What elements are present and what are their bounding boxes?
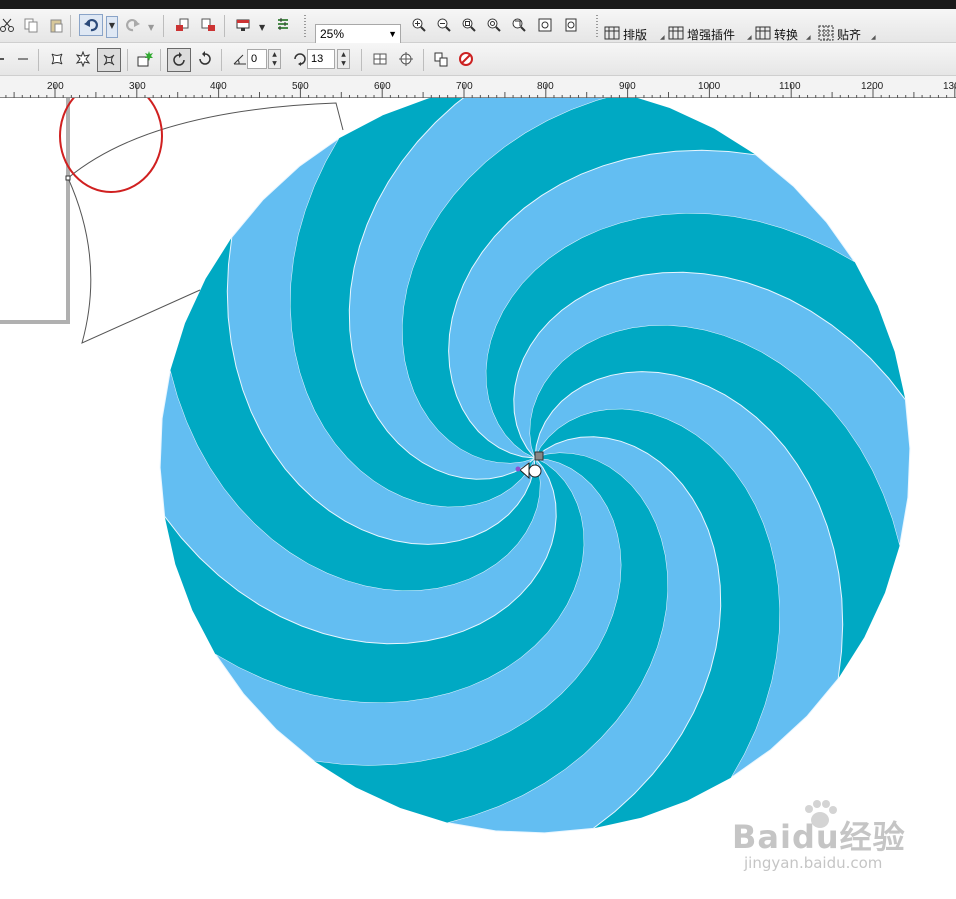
menu-bar: [0, 0, 956, 9]
separator: [221, 49, 222, 71]
ruler-label: 300: [129, 81, 146, 92]
launcher-dropdown-icon[interactable]: ▼: [259, 23, 265, 32]
zoom-level-value: 25%: [320, 27, 345, 41]
watermark-url: jingyan.baidu.com: [744, 854, 883, 872]
zoom-to-all-objects-icon[interactable]: [483, 14, 505, 36]
twist-steps-stepper[interactable]: ▲ ▼: [337, 49, 350, 69]
page-border: [0, 98, 70, 324]
enhance-plugins-button[interactable]: 增强插件: [668, 24, 735, 44]
property-bar: 0 ▲ ▼ 13 ▲ ▼: [0, 43, 956, 76]
snap-label: 贴齐: [837, 27, 862, 42]
clear-distortion-icon[interactable]: [455, 48, 477, 70]
ruler-label: 900: [619, 81, 636, 92]
angle-input[interactable]: 0: [247, 49, 267, 69]
cut-icon[interactable]: [0, 14, 18, 36]
copy-distortion-icon[interactable]: [395, 48, 417, 70]
chevron-down-icon[interactable]: ◢: [660, 34, 665, 41]
twist-steps-value: 13: [311, 53, 324, 65]
drawing-canvas[interactable]: Baidu经验 jingyan.baidu.com: [0, 98, 956, 899]
layout-button[interactable]: 排版: [604, 24, 647, 44]
twist-steps-input[interactable]: 13: [307, 49, 335, 69]
ruler-label: 600: [374, 81, 391, 92]
ruler-label: 800: [537, 81, 554, 92]
enhance-plugins-label: 增强插件: [687, 27, 736, 42]
ruler-label: 1100: [779, 81, 801, 92]
distortion-handle[interactable]: [528, 464, 542, 478]
watermark-paw-icon: [805, 800, 837, 828]
angle-stepper[interactable]: ▲ ▼: [268, 49, 281, 69]
ruler-label: 500: [292, 81, 309, 92]
copy-icon[interactable]: [20, 14, 42, 36]
redo-dropdown-icon[interactable]: ▼: [148, 23, 154, 32]
undo-dropdown-icon[interactable]: ▼: [106, 16, 118, 38]
rotation-handle[interactable]: [515, 466, 521, 472]
snap-grid-icon: [818, 25, 834, 44]
horizontal-ruler[interactable]: 200 300 400 500 600 700 800 900 1000 110…: [0, 76, 956, 98]
rotate-clockwise-icon[interactable]: [167, 48, 191, 72]
ruler-label: 200: [47, 81, 64, 92]
separator: [423, 49, 424, 71]
redo-icon[interactable]: [122, 14, 144, 36]
separator: [127, 49, 128, 71]
canvas-drawing: [0, 98, 911, 834]
rotate-counterclockwise-icon[interactable]: [194, 48, 216, 70]
node-handle[interactable]: [65, 175, 71, 181]
separator: [38, 49, 39, 71]
center-handle[interactable]: [534, 451, 544, 461]
toolbar-grip: [596, 15, 598, 37]
plugins-grid-icon: [668, 25, 684, 44]
chevron-down-icon: ▼: [388, 29, 397, 39]
angle-value: 0: [251, 53, 258, 65]
layout-grid-icon: [604, 25, 620, 44]
convert-button[interactable]: 转换: [755, 24, 798, 44]
separator: [361, 49, 362, 71]
zoom-out-icon[interactable]: [433, 14, 455, 36]
layout-label: 排版: [623, 27, 648, 42]
ruler-label: 400: [210, 81, 227, 92]
convert-label: 转换: [774, 27, 799, 42]
undo-icon[interactable]: [79, 14, 103, 36]
snap-button[interactable]: 贴齐: [818, 24, 861, 44]
paste-icon[interactable]: [45, 14, 67, 36]
zoom-level-select[interactable]: 25% ▼: [315, 24, 401, 44]
push-distortion-icon[interactable]: [46, 48, 68, 70]
import-icon[interactable]: [171, 14, 193, 36]
chevron-down-icon[interactable]: ◢: [747, 34, 752, 41]
standard-toolbar: ▼ ▼ ▼ 25% ▼ 排版 ◢ 增强插件 ◢ 转换 ◢ 贴齐 ◢: [0, 9, 956, 44]
zoom-page-height-icon[interactable]: [560, 14, 582, 36]
highlight-circle: [59, 98, 163, 193]
zipper-distortion-icon[interactable]: [72, 48, 94, 70]
chevron-down-icon[interactable]: ◢: [806, 34, 811, 41]
separator: [160, 49, 161, 71]
separator: [163, 15, 164, 37]
application-launcher-icon[interactable]: [232, 14, 254, 36]
zoom-page-width-icon[interactable]: [534, 14, 556, 36]
separator: [224, 15, 225, 37]
copy-properties-icon[interactable]: [430, 48, 452, 70]
twister-distortion-icon[interactable]: [97, 48, 121, 72]
convert-grid-icon: [755, 25, 771, 44]
export-icon[interactable]: [197, 14, 219, 36]
ruler-label: 1200: [861, 81, 884, 92]
zoom-to-selected-icon[interactable]: [458, 14, 480, 36]
ruler-label: 1000: [698, 81, 721, 92]
minus-icon[interactable]: [12, 48, 34, 70]
separator: [70, 15, 71, 37]
zoom-to-page-icon[interactable]: [508, 14, 530, 36]
zoom-in-icon[interactable]: [408, 14, 430, 36]
ruler-label: 700: [456, 81, 473, 92]
add-new-distortion-icon[interactable]: [134, 48, 156, 70]
center-distortion-icon[interactable]: [369, 48, 391, 70]
ruler-label: 130: [943, 81, 956, 92]
toolbar-grip: [304, 15, 306, 37]
options-icon[interactable]: [272, 14, 294, 36]
chevron-down-icon[interactable]: ◢: [871, 34, 876, 41]
